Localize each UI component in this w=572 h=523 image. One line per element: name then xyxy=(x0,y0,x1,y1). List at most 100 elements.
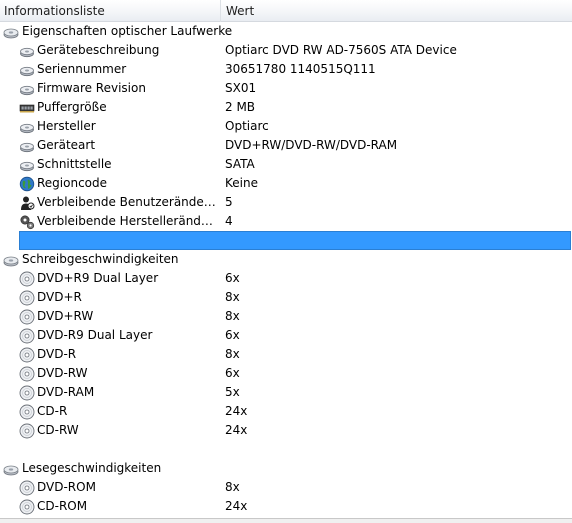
property-list: Eigenschaften optischer Laufwerke Geräteb… xyxy=(0,22,572,516)
list-header: Informationsliste Wert xyxy=(0,0,572,22)
disc-icon xyxy=(19,423,35,439)
cd-drive-icon xyxy=(3,461,19,477)
list-row[interactable]: DVD-R 8x xyxy=(0,345,572,364)
drive-small-icon xyxy=(19,62,35,78)
group-row[interactable]: Schreibgeschwindigkeiten xyxy=(0,250,572,269)
disc-icon xyxy=(19,404,35,420)
drive-small-icon xyxy=(19,81,35,97)
property-value: 8x xyxy=(225,309,240,323)
selected-row[interactable] xyxy=(0,231,572,250)
property-label: Verbleibende Benutzeränderung… xyxy=(37,195,217,209)
property-label: Seriennummer xyxy=(37,62,127,76)
property-value: 24x xyxy=(225,404,248,418)
disc-icon xyxy=(19,290,35,306)
property-value: Keine xyxy=(225,176,258,190)
property-value: 24x xyxy=(225,423,248,437)
property-label: Hersteller xyxy=(37,119,96,133)
group-row[interactable]: Eigenschaften optischer Laufwerke xyxy=(0,22,572,41)
property-label: Schnittstelle xyxy=(37,157,112,171)
drive-small-icon xyxy=(19,43,35,59)
group-label: Eigenschaften optischer Laufwerke xyxy=(22,24,233,38)
list-row[interactable]: DVD+RW 8x xyxy=(0,307,572,326)
property-label: DVD-RW xyxy=(37,366,88,380)
list-row[interactable]: DVD+R9 Dual Layer 6x xyxy=(0,269,572,288)
property-value: 8x xyxy=(225,480,240,494)
property-label: DVD+RW xyxy=(37,309,94,323)
group-label: Lesegeschwindigkeiten xyxy=(22,461,162,475)
property-value: 30651780 1140515Q111 xyxy=(225,62,376,76)
list-row[interactable]: Regioncode Keine xyxy=(0,174,572,193)
gears-icon xyxy=(19,214,35,230)
property-label: Gerätebeschreibung xyxy=(37,43,160,57)
property-label: CD-ROM xyxy=(37,499,88,513)
list-row[interactable]: CD-RW 24x xyxy=(0,421,572,440)
selection-highlight xyxy=(19,231,571,250)
list-row[interactable]: Schnittstelle SATA xyxy=(0,155,572,174)
property-value: SX01 xyxy=(225,81,257,95)
property-value: 6x xyxy=(225,328,240,342)
disc-icon xyxy=(19,499,35,515)
list-row[interactable]: Seriennummer 30651780 1140515Q111 xyxy=(0,60,572,79)
list-row[interactable]: Puffergröße 2 MB xyxy=(0,98,572,117)
disc-icon xyxy=(19,328,35,344)
drive-small-icon xyxy=(19,138,35,154)
list-row[interactable]: Gerätebeschreibung Optiarc DVD RW AD-7560… xyxy=(0,41,572,60)
list-row[interactable]: CD-R 24x xyxy=(0,402,572,421)
column-header-value[interactable]: Wert xyxy=(221,0,572,22)
list-row[interactable]: CD-ROM 24x xyxy=(0,497,572,516)
property-value: 8x xyxy=(225,347,240,361)
list-row[interactable]: DVD-ROM 8x xyxy=(0,478,572,497)
list-row[interactable]: DVD-R9 Dual Layer 6x xyxy=(0,326,572,345)
list-row[interactable]: DVD-RW 6x xyxy=(0,364,572,383)
property-value: 6x xyxy=(225,271,240,285)
property-value: Optiarc xyxy=(225,119,269,133)
group-row[interactable]: Lesegeschwindigkeiten xyxy=(0,459,572,478)
disc-icon xyxy=(19,271,35,287)
property-value: 5 xyxy=(225,195,233,209)
group-label: Schreibgeschwindigkeiten xyxy=(22,252,179,266)
property-label: DVD-ROM xyxy=(37,480,96,494)
property-value: 4 xyxy=(225,214,233,228)
disc-icon xyxy=(19,385,35,401)
memory-chip-icon xyxy=(19,100,35,116)
property-label: Verbleibende Herstelleränderun… xyxy=(37,214,217,228)
property-label: Puffergröße xyxy=(37,100,107,114)
list-row[interactable]: Verbleibende Benutzeränderung… 5 xyxy=(0,193,572,212)
property-value: 5x xyxy=(225,385,240,399)
globe-icon xyxy=(19,176,35,192)
drive-small-icon xyxy=(19,157,35,173)
property-value: DVD+RW/DVD-RW/DVD-RAM xyxy=(225,138,398,152)
list-row[interactable]: Firmware Revision SX01 xyxy=(0,79,572,98)
property-label: DVD-R9 Dual Layer xyxy=(37,328,153,342)
cd-drive-icon xyxy=(3,252,19,268)
list-bottom-edge xyxy=(0,518,572,523)
disc-icon xyxy=(19,309,35,325)
property-value: SATA xyxy=(225,157,255,171)
property-value: 2 MB xyxy=(225,100,256,114)
list-row[interactable]: DVD+R 8x xyxy=(0,288,572,307)
list-row[interactable]: Hersteller Optiarc xyxy=(0,117,572,136)
drive-small-icon xyxy=(19,119,35,135)
disc-icon xyxy=(19,480,35,496)
blank-row xyxy=(0,440,572,459)
property-label: DVD+R9 Dual Layer xyxy=(37,271,159,285)
disc-icon xyxy=(19,366,35,382)
property-label: DVD+R xyxy=(37,290,82,304)
property-value: 6x xyxy=(225,366,240,380)
list-row[interactable]: DVD-RAM 5x xyxy=(0,383,572,402)
cd-drive-icon xyxy=(3,24,19,40)
disc-icon xyxy=(19,347,35,363)
user-change-icon xyxy=(19,195,35,211)
list-row[interactable]: Verbleibende Herstelleränderun… 4 xyxy=(0,212,572,231)
list-row[interactable]: Geräteart DVD+RW/DVD-RW/DVD-RAM xyxy=(0,136,572,155)
property-value: Optiarc DVD RW AD-7560S ATA Device xyxy=(225,43,457,57)
property-label: Geräteart xyxy=(37,138,96,152)
property-value: 24x xyxy=(225,499,248,513)
property-label: CD-R xyxy=(37,404,68,418)
property-label: Regioncode xyxy=(37,176,108,190)
property-label: CD-RW xyxy=(37,423,79,437)
column-header-name[interactable]: Informationsliste xyxy=(0,0,221,22)
property-value: 8x xyxy=(225,290,240,304)
property-label: Firmware Revision xyxy=(37,81,146,95)
property-label: DVD-RAM xyxy=(37,385,95,399)
